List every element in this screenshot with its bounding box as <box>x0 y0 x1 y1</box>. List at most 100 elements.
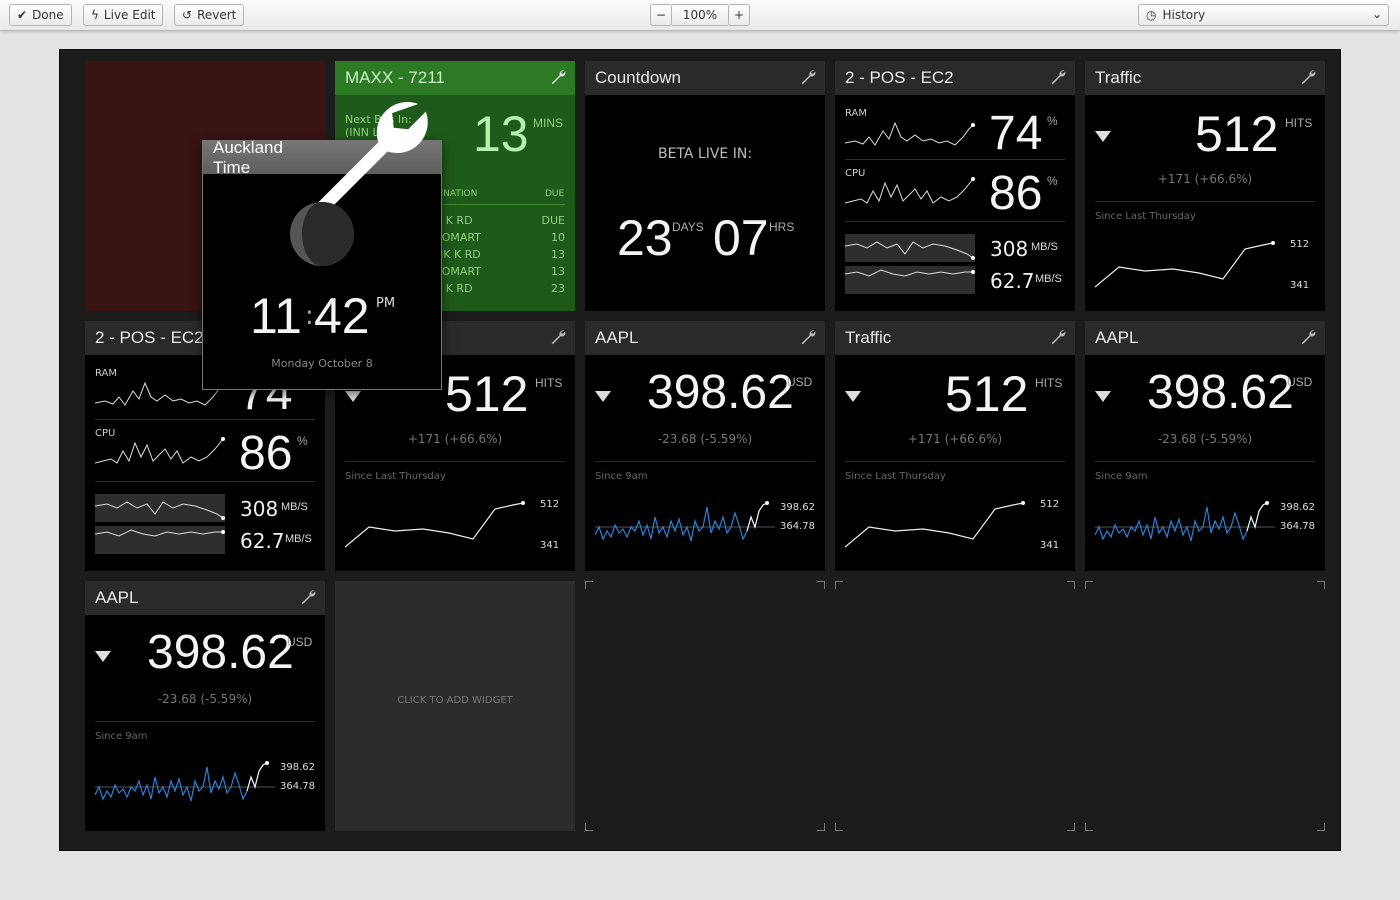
traffic-unit: HITS <box>535 376 563 390</box>
wrench-icon[interactable] <box>1299 328 1317 346</box>
ram-percent: % <box>1047 114 1058 128</box>
clock-header[interactable]: Auckland Time <box>203 101 441 219</box>
traffic-change: +171 (+66.6%) <box>407 432 503 446</box>
network-sparkline <box>95 494 225 554</box>
zoom-in-button[interactable]: + <box>728 4 750 26</box>
since-label: Since Last Thursday <box>845 471 946 482</box>
countdown-header: Countdown <box>585 61 825 95</box>
trend-down-arrow-icon <box>1095 391 1111 402</box>
days-unit: DAYS <box>672 220 704 234</box>
lightning-icon: ϟ <box>91 8 99 22</box>
chart-low-label: 341 <box>1290 280 1310 291</box>
clock-date: Monday October 8 <box>271 357 373 370</box>
stock-chart <box>95 761 275 802</box>
chart-high-label: 512 <box>540 499 560 510</box>
network-in-value: 308 <box>240 497 279 521</box>
chevron-down-icon: ⌄ <box>1371 7 1382 21</box>
since-label: Since 9am <box>595 471 648 482</box>
countdown-widget[interactable]: Countdown BETA LIVE IN: 23 DAYS 07 HRS <box>585 61 825 311</box>
history-label: History <box>1162 8 1206 22</box>
traffic-chart <box>345 501 525 548</box>
chart-low-label: 364.78 <box>780 521 815 532</box>
zoom-out-button[interactable]: − <box>650 4 672 26</box>
wrench-icon[interactable] <box>549 328 567 346</box>
stock-header: AAPL <box>85 581 325 615</box>
trend-down-arrow-icon <box>345 391 361 402</box>
chart-low-label: 364.78 <box>1280 521 1315 532</box>
table-row: NK K RD 13 <box>435 246 565 263</box>
stock-change: -23.68 (-5.59%) <box>157 692 253 706</box>
table-row: K K RD DUE <box>435 212 565 229</box>
traffic-unit: HITS <box>1035 376 1063 390</box>
undo-icon: ↺ <box>182 8 193 22</box>
history-select[interactable]: ◷ History ⌄ <box>1138 4 1389 26</box>
widget-title: Auckland Time <box>213 137 283 177</box>
network-in-unit: MB/S <box>1031 241 1058 253</box>
chart-high-label: 398.62 <box>280 762 315 773</box>
traffic-widget[interactable]: Traffic 512 HITS +171 (+66.6%) Since Las… <box>1085 61 1325 311</box>
traffic-value: 512 <box>945 366 1029 422</box>
live-edit-label: Live Edit <box>103 8 156 22</box>
traffic-chart <box>1095 241 1275 288</box>
stock-change: -23.68 (-5.59%) <box>657 432 753 446</box>
widget-title: AAPL <box>1095 328 1139 347</box>
wrench-icon[interactable] <box>549 68 567 86</box>
trend-down-arrow-icon <box>95 651 111 662</box>
revert-button[interactable]: ↺ Revert <box>174 4 245 26</box>
cpu-sparkline <box>845 177 975 204</box>
stock-widget[interactable]: AAPL 398.62 USD -23.68 (-5.59%) Since 9a… <box>1085 321 1325 571</box>
network-in-value: 308 <box>990 237 1029 261</box>
clock-hours: 11 <box>250 288 302 344</box>
since-label: Since Last Thursday <box>1095 211 1196 222</box>
wrench-icon[interactable] <box>299 588 317 606</box>
cpu-value: 86 <box>989 167 1043 220</box>
traffic-chart <box>845 501 1025 548</box>
hours-value: 07 <box>713 210 769 266</box>
checkmark-icon: ✔ <box>17 8 28 22</box>
clock-ampm: PM <box>376 296 396 311</box>
traffic-header: Traffic <box>1085 61 1325 95</box>
since-label: Since 9am <box>95 731 148 742</box>
wrench-icon[interactable] <box>799 68 817 86</box>
traffic-change: +171 (+66.6%) <box>1157 172 1253 186</box>
server-stats-widget[interactable]: 2 - POS - EC2 RAM 74 % CPU 86 % 308 MB/S… <box>835 61 1075 311</box>
network-out-value: 62.7 <box>990 269 1035 293</box>
stock-widget[interactable]: AAPL 398.62 USD -23.68 (-5.59%) Since 9a… <box>85 581 325 831</box>
due-cell: 13 <box>551 248 565 261</box>
traffic-widget[interactable]: Traffic 512 HITS +171 (+66.6%) Since Las… <box>835 321 1075 571</box>
wrench-icon[interactable] <box>1299 68 1317 86</box>
chart-low-label: 364.78 <box>280 781 315 792</box>
hours-unit: HRS <box>769 220 795 234</box>
live-edit-button[interactable]: ϟ Live Edit <box>83 4 164 26</box>
add-widget-slot[interactable]: CLICK TO ADD WIDGET <box>335 581 575 831</box>
stock-price: 398.62 <box>147 626 294 679</box>
chart-low-label: 341 <box>540 540 560 551</box>
wrench-icon[interactable] <box>799 328 817 346</box>
stock-price: 398.62 <box>647 366 794 419</box>
traffic-value: 512 <box>445 366 529 422</box>
stock-chart <box>595 501 775 542</box>
countdown-caption: BETA LIVE IN: <box>657 146 753 162</box>
cpu-percent: % <box>1047 174 1058 188</box>
network-sparkline <box>845 234 975 294</box>
trend-down-arrow-icon <box>1095 131 1111 142</box>
days-value: 23 <box>617 210 673 266</box>
chart-high-label: 398.62 <box>780 502 815 513</box>
zoom-control: − 100% + <box>650 4 750 26</box>
traffic-change: +171 (+66.6%) <box>907 432 1003 446</box>
stock-widget[interactable]: AAPL 398.62 USD -23.68 (-5.59%) Since 9a… <box>585 321 825 571</box>
bus-rows: K K RD DUE TOMART 10 NK K RD 13 TOMART 13 K … <box>435 212 565 297</box>
since-label: Since Last Thursday <box>345 471 446 482</box>
stock-currency: USD <box>787 375 813 389</box>
network-in-unit: MB/S <box>281 501 308 513</box>
wrench-icon[interactable] <box>1049 328 1067 346</box>
done-button[interactable]: ✔ Done <box>9 4 72 26</box>
clock-widget[interactable]: Auckland Time 11 : 42 PM Monday October … <box>202 101 442 390</box>
widget-title: Traffic <box>1095 68 1142 87</box>
wrench-icon[interactable] <box>1049 68 1067 86</box>
clock-separator: : <box>305 301 314 331</box>
due-header: DUE <box>545 189 565 199</box>
chart-low-label: 341 <box>1040 540 1060 551</box>
chart-high-label: 512 <box>1290 239 1310 250</box>
moon-phase-icon <box>290 202 354 266</box>
